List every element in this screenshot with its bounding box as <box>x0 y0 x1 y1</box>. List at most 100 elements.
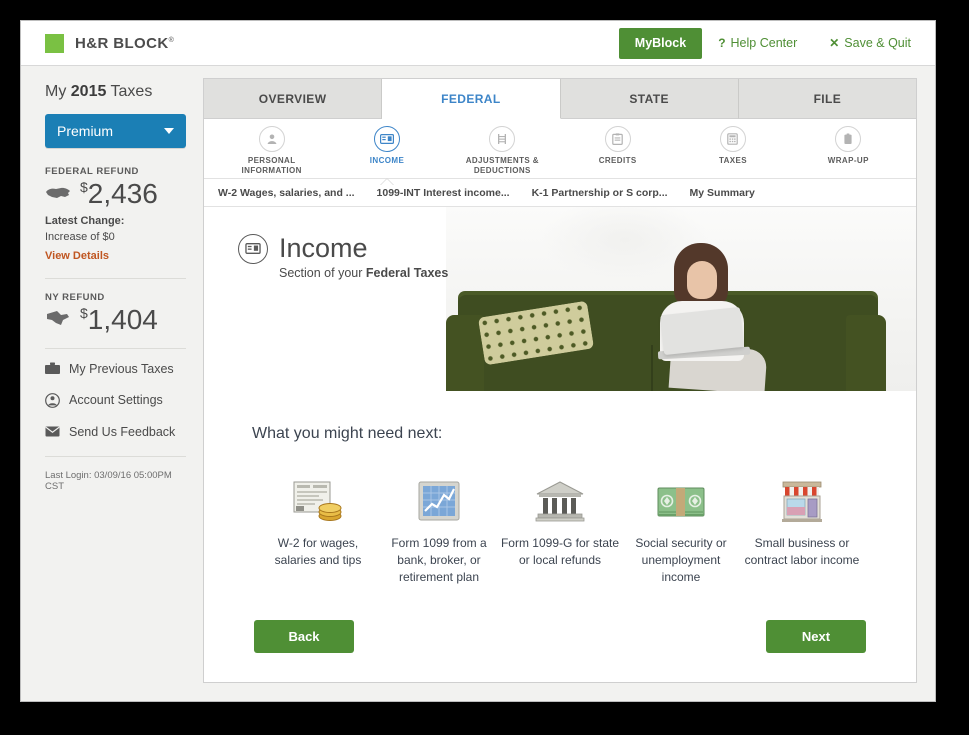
sidebar-label-account-settings: Account Settings <box>69 393 163 408</box>
federal-refund-block: FEDERAL REFUND $2,436 Latest Change: Inc… <box>45 166 186 264</box>
close-x-icon: ✕ <box>829 36 840 50</box>
sidebar-item-previous-taxes[interactable]: My Previous Taxes <box>45 362 186 376</box>
subnav-item-adjustments-deductions[interactable]: ADJUSTMENTS & DEDUCTIONS <box>445 126 560 178</box>
hero-subheading: Section of your Federal Taxes <box>279 266 448 280</box>
tab-federal[interactable]: FEDERAL <box>382 79 561 119</box>
account-circle-icon <box>45 392 60 408</box>
save-and-quit-label: Save & Quit <box>844 36 911 50</box>
primary-tabs: OVERVIEW FEDERAL STATE FILE <box>204 79 916 119</box>
tab-overview[interactable]: OVERVIEW <box>204 79 383 119</box>
woman-on-couch-with-laptop-photo <box>446 207 916 391</box>
breadcrumb: W-2 Wages, salaries, and ... 1099-INT In… <box>204 179 916 207</box>
laptop-screen <box>660 306 744 356</box>
document-icon <box>835 126 862 152</box>
hero-heading: Income <box>279 233 368 263</box>
income-card-icon <box>373 126 400 152</box>
sidebar-item-account-settings[interactable]: Account Settings <box>45 392 186 408</box>
hr-block-logo[interactable]: H&R BLOCK® <box>45 33 175 53</box>
cash-money-icon <box>655 471 707 523</box>
subnav-label-adjustments-deductions: ADJUSTMENTS & DEDUCTIONS <box>465 156 539 175</box>
product-dropdown[interactable]: Premium <box>45 114 186 148</box>
need-card-label-1099g: Form 1099-G for state or local refunds <box>500 536 620 568</box>
need-card-w2: W-2 for wages, salaries and tips <box>258 471 378 586</box>
top-bar: H&R BLOCK® MyBlock ? Help Center ✕ Save … <box>21 21 935 66</box>
state-amount-value: 1,404 <box>87 303 158 335</box>
breadcrumb-item-k1[interactable]: K-1 Partnership or S corp... <box>532 187 668 199</box>
federal-refund-row: $2,436 <box>45 180 186 208</box>
need-card-label-social-security: Social security or unemployment income <box>635 536 727 585</box>
hero-sub-pre: Section of your <box>279 266 366 280</box>
need-card-small-business: Small business or contract labor income <box>742 471 862 586</box>
tab-file[interactable]: FILE <box>738 79 916 119</box>
need-card-1099: Form 1099 from a bank, broker, or retire… <box>379 471 499 586</box>
state-refund-amount: $1,404 <box>80 303 158 335</box>
person-face <box>687 261 717 299</box>
breadcrumb-item-w2[interactable]: W-2 Wages, salaries, and ... <box>218 187 355 199</box>
ny-state-icon <box>47 310 69 325</box>
latest-change-value: Increase of $0 <box>45 230 115 243</box>
subnav-label-taxes: TAXES <box>718 156 748 165</box>
next-button[interactable]: Next <box>766 620 866 654</box>
myblock-button[interactable]: MyBlock <box>618 27 703 59</box>
latest-change-label: Latest Change: <box>45 215 125 227</box>
subnav-item-income[interactable]: INCOME <box>329 126 444 178</box>
subnav-label-credits: CREDITS <box>598 156 637 165</box>
hero-text-block: Income Section of your Federal Taxes <box>238 233 448 280</box>
question-mark-icon: ? <box>718 36 726 50</box>
state-refund-label: NY REFUND <box>45 291 105 303</box>
hero-title-row: Income <box>238 233 448 264</box>
help-center-link[interactable]: ? Help Center <box>702 21 813 66</box>
title-post: Taxes <box>106 83 153 100</box>
chevron-down-icon <box>164 128 174 134</box>
section-navigation: PERSONAL INFORMATION INCOME ADJUSTMENTS … <box>204 119 916 179</box>
couch-arm-right <box>846 315 886 391</box>
need-card-label-1099: Form 1099 from a bank, broker, or retire… <box>391 536 487 585</box>
save-and-quit-link[interactable]: ✕ Save & Quit <box>813 21 935 66</box>
view-details-link[interactable]: View Details <box>45 250 109 262</box>
sidebar-item-send-feedback[interactable]: Send Us Feedback <box>45 425 186 439</box>
action-buttons: Back Next <box>252 586 868 654</box>
federal-refund-label: FEDERAL REFUND <box>45 166 139 177</box>
help-center-label: Help Center <box>730 36 798 50</box>
state-refund-block: NY REFUND $1,404 <box>45 292 186 334</box>
subnav-item-taxes[interactable]: TAXES <box>675 126 790 178</box>
need-card-1099g: Form 1099-G for state or local refunds <box>500 471 620 586</box>
w2-form-coins-icon <box>292 471 344 523</box>
storefront-icon <box>779 471 825 523</box>
sidebar: My 2015 Taxes Premium FEDERAL REFUND $2,… <box>21 66 203 701</box>
page-body: My 2015 Taxes Premium FEDERAL REFUND $2,… <box>21 66 935 701</box>
desktop-background: H&R BLOCK® MyBlock ? Help Center ✕ Save … <box>0 0 969 735</box>
need-card-label-small-business: Small business or contract labor income <box>744 536 860 568</box>
state-refund-row: $1,404 <box>45 303 186 335</box>
subnav-item-credits[interactable]: CREDITS <box>560 126 675 178</box>
currency-symbol: $ <box>80 179 88 195</box>
product-label: Premium <box>57 123 114 139</box>
subnav-item-wrap-up[interactable]: WRAP-UP <box>791 126 906 178</box>
back-button[interactable]: Back <box>254 620 354 654</box>
federal-amount-value: 2,436 <box>87 178 158 209</box>
income-card-icon-large <box>238 233 268 264</box>
sidebar-label-previous-taxes: My Previous Taxes <box>69 361 174 376</box>
main-area: OVERVIEW FEDERAL STATE FILE PERSONAL INF… <box>203 66 935 701</box>
breadcrumb-item-my-summary[interactable]: My Summary <box>690 187 755 199</box>
lower-content: What you might need next: W-2 for wages,… <box>204 391 916 682</box>
clipboard-icon <box>604 126 631 152</box>
section-heading: What you might need next: <box>252 425 443 442</box>
logo-green-square-icon <box>45 33 64 53</box>
us-map-icon <box>46 187 70 198</box>
hero-banner: Income Section of your Federal Taxes <box>204 207 916 391</box>
cushion-seam <box>651 345 653 391</box>
last-login-text: Last Login: 03/09/16 05:00PM CST <box>45 469 172 492</box>
breadcrumb-item-1099int[interactable]: 1099-INT Interest income... <box>377 187 510 199</box>
subnav-label-income: INCOME <box>369 156 405 165</box>
need-card-social-security: Social security or unemployment income <box>621 471 741 586</box>
trademark-symbol: ® <box>168 36 175 44</box>
subnav-label-wrap-up: WRAP-UP <box>827 156 869 165</box>
subnav-item-personal-information[interactable]: PERSONAL INFORMATION <box>214 126 329 178</box>
latest-change: Latest Change: Increase of $0 <box>45 214 186 246</box>
divider <box>45 277 186 279</box>
tab-state[interactable]: STATE <box>560 79 739 119</box>
sidebar-label-send-feedback: Send Us Feedback <box>69 424 176 439</box>
person-icon <box>258 126 285 152</box>
content-panel: OVERVIEW FEDERAL STATE FILE PERSONAL INF… <box>203 78 917 683</box>
